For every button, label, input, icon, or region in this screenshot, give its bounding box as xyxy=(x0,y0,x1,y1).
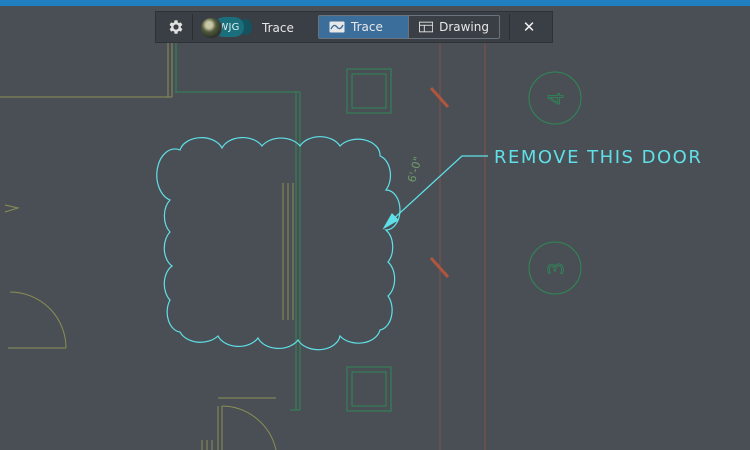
gear-icon xyxy=(169,20,183,34)
tab-drawing-label: Drawing xyxy=(439,20,489,34)
trace-toolbar: WJG Trace Trace Drawing ✕ xyxy=(155,11,553,43)
close-icon: ✕ xyxy=(522,18,536,36)
tab-drawing[interactable]: Drawing xyxy=(409,16,499,38)
annotation-text[interactable]: REMOVE THIS DOOR xyxy=(494,147,702,168)
toolbar-divider xyxy=(192,14,193,40)
close-button[interactable]: ✕ xyxy=(518,16,540,38)
grid-lines xyxy=(429,40,486,450)
collaborator-avatars[interactable]: WJG xyxy=(200,17,252,39)
grid-tag-3: 3 xyxy=(544,262,568,275)
trace-name: Trace xyxy=(262,21,294,35)
avatar-photo xyxy=(200,17,222,39)
drawing-canvas[interactable]: 4 3 6'-0" REMOVE THIS DOOR xyxy=(0,0,750,450)
dimension-label: 6'-0" xyxy=(405,155,424,184)
wall-lines xyxy=(175,20,582,412)
toolbar-divider xyxy=(509,14,510,40)
floorplan-lines xyxy=(0,20,294,450)
tab-trace[interactable]: Trace xyxy=(319,16,409,38)
settings-button[interactable] xyxy=(164,16,188,38)
tab-trace-label: Trace xyxy=(351,20,383,34)
sheet-icon xyxy=(419,21,434,33)
grid-tag-4: 4 xyxy=(544,92,568,105)
revision-cloud[interactable] xyxy=(156,136,401,351)
view-toggle: Trace Drawing xyxy=(318,15,500,39)
wave-icon xyxy=(329,21,345,33)
